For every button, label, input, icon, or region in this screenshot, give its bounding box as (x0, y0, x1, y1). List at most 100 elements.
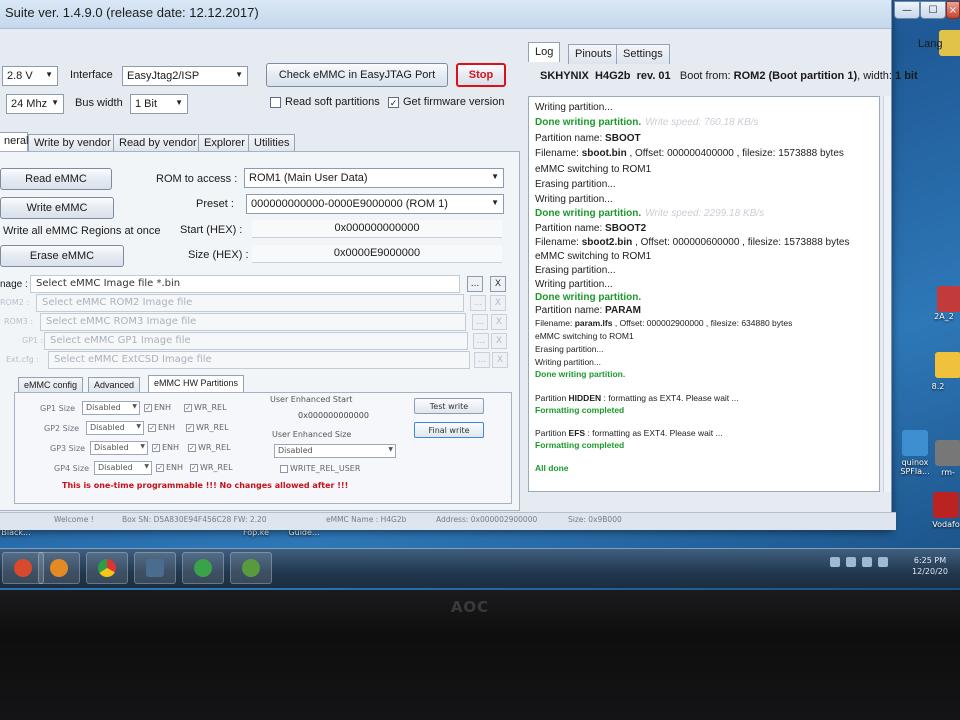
desktop-icon-vodafo[interactable]: Vodafo (926, 492, 960, 529)
check-emmc-button[interactable]: Check eMMC in EasyJTAG Port (266, 63, 448, 87)
gp4-wr-rel-checkbox[interactable]: ✓ WR_REL (190, 463, 233, 472)
tab-emmc-config[interactable]: eMMC config (18, 377, 84, 393)
gp1-image-input[interactable]: Select eMMC GP1 Image file (44, 332, 468, 350)
clear-gp1-button[interactable]: X (491, 333, 507, 349)
gp4-enh-checkbox[interactable]: ✓ ENH (156, 463, 183, 472)
checkmark-icon: ✓ (152, 443, 160, 452)
browse-rom2-button[interactable]: ... (470, 295, 486, 311)
tab-utilities[interactable]: Utilities (248, 134, 296, 152)
log-line-done: Done writing partition. (535, 369, 626, 379)
gp3-size-select[interactable]: Disabled ▼ (90, 441, 148, 455)
desktop-icon[interactable] (930, 286, 960, 314)
window-title: Suite ver. 1.4.9.0 (release date: 12.12.… (5, 5, 259, 20)
emmc-image-input[interactable]: Select eMMC Image file *.bin (30, 275, 460, 293)
log-panel[interactable]: Writing partition... Done writing partit… (528, 96, 880, 492)
stop-button[interactable]: Stop (456, 63, 506, 87)
tab-advanced[interactable]: Advanced (88, 377, 141, 393)
read-emmc-button[interactable]: Read eMMC (0, 168, 112, 190)
extcsd-image-input[interactable]: Select eMMC ExtCSD Image file (48, 351, 470, 369)
clear-rom3-button[interactable]: X (491, 314, 507, 330)
taskbar-app-button[interactable] (38, 552, 80, 584)
browse-extcsd-button[interactable]: ... (474, 352, 490, 368)
checkbox-box (270, 96, 281, 108)
image-label: nage : (0, 279, 28, 290)
preset-select[interactable]: 000000000000-0000E9000000 (ROM 1) ▼ (246, 194, 504, 214)
tray-icon[interactable] (878, 557, 888, 567)
log-scrollbar[interactable] (883, 96, 891, 492)
tab-emmc-hw-partitions[interactable]: eMMC HW Partitions (148, 375, 245, 393)
tab-general[interactable]: neral (0, 132, 28, 152)
close-button[interactable]: × (946, 1, 960, 19)
frequency-select[interactable]: 24 Mhz ▼ (6, 94, 64, 114)
log-line: Erasing partition... (535, 344, 604, 354)
title-bar[interactable]: Suite ver. 1.4.9.0 (release date: 12.12.… (0, 0, 891, 29)
write-all-regions-label[interactable]: Write all eMMC Regions at once (3, 225, 161, 237)
checkmark-icon: ✓ (144, 403, 152, 412)
chrome-icon (98, 559, 116, 577)
minimize-button[interactable]: — (894, 1, 920, 19)
final-write-button[interactable]: Final write (414, 422, 484, 438)
gp2-size-select[interactable]: Disabled ▼ (86, 421, 144, 435)
tab-explorer[interactable]: Explorer (198, 134, 251, 152)
tab-log[interactable]: Log (528, 42, 561, 62)
taskbar-app-button[interactable] (230, 552, 272, 584)
desktop-icon-2a-2[interactable]: 2A_2 (924, 312, 960, 321)
status-emmc-name: eMMC Name : H4G2b (326, 515, 407, 524)
voltage-select[interactable]: 2.8 V ▼ (2, 66, 58, 86)
user-enhanced-size-select[interactable]: Disabled ▼ (274, 444, 396, 458)
taskbar-app-button[interactable] (134, 552, 176, 584)
chevron-down-icon: ▼ (388, 446, 393, 453)
browse-gp1-button[interactable]: ... (473, 333, 489, 349)
interface-select[interactable]: EasyJtag2/ISP ▼ (122, 66, 248, 86)
tray-clock[interactable]: 6:25 PM 12/20/20 (905, 555, 955, 577)
test-write-button[interactable]: Test write (414, 398, 484, 414)
tab-read-by-vendor[interactable]: Read by vendor (113, 134, 203, 152)
gp3-wr-rel-checkbox[interactable]: ✓ WR_REL (188, 443, 231, 452)
desktop-icon-rm[interactable]: rm- (928, 440, 960, 477)
gp4-size-select[interactable]: Disabled ▼ (94, 461, 152, 475)
folder-icon (146, 559, 164, 577)
lang-label[interactable]: Lang (918, 38, 942, 50)
gp2-enh-checkbox[interactable]: ✓ ENH (148, 423, 175, 432)
clear-extcsd-button[interactable]: X (492, 352, 508, 368)
tray-icon[interactable] (846, 557, 856, 567)
gp1-size-label: GP1 Size (40, 404, 76, 413)
browse-rom3-button[interactable]: ... (472, 314, 488, 330)
tray-icon[interactable] (830, 557, 840, 567)
log-line-partition: Partition name: SBOOT (535, 133, 641, 144)
tab-write-by-vendor[interactable]: Write by vendor (28, 134, 117, 152)
close-icon: X (495, 336, 503, 346)
checkmark-icon: ✓ (184, 403, 192, 412)
log-line: eMMC switching to ROM1 (535, 251, 652, 262)
desktop-icon[interactable] (928, 352, 960, 380)
desktop-icon-8-2[interactable]: 8.2 (918, 382, 958, 391)
bus-width-select[interactable]: 1 Bit ▼ (130, 94, 188, 114)
write-rel-user-checkbox[interactable]: WRITE_REL_USER (280, 464, 360, 473)
gp1-size-select[interactable]: Disabled ▼ (82, 401, 140, 415)
clear-image-button[interactable]: X (490, 276, 506, 292)
write-emmc-button[interactable]: Write eMMC (0, 197, 114, 219)
user-enhanced-start-value[interactable]: 0x000000000000 (298, 411, 369, 420)
start-hex-field[interactable]: 0x000000000000 (252, 220, 502, 238)
log-line: Writing partition... (535, 279, 613, 290)
gp2-wr-rel-checkbox[interactable]: ✓ WR_REL (186, 423, 229, 432)
tray-icon[interactable] (862, 557, 872, 567)
gp3-enh-checkbox[interactable]: ✓ ENH (152, 443, 179, 452)
get-firmware-version-checkbox[interactable]: ✓ Get firmware version (388, 96, 504, 108)
taskbar-app-button[interactable] (86, 552, 128, 584)
read-soft-partitions-checkbox[interactable]: Read soft partitions (270, 96, 380, 108)
browse-image-button[interactable]: ... (467, 276, 483, 292)
maximize-button[interactable]: ☐ (920, 1, 946, 19)
taskbar-app-button[interactable] (182, 552, 224, 584)
rom2-image-input[interactable]: Select eMMC ROM2 Image file (36, 294, 464, 312)
clear-rom2-button[interactable]: X (490, 295, 506, 311)
rom-to-access-select[interactable]: ROM1 (Main User Data) ▼ (244, 168, 504, 188)
gp1-enh-checkbox[interactable]: ✓ ENH (144, 403, 171, 412)
rom3-image-input[interactable]: Select eMMC ROM3 Image file (40, 313, 466, 331)
gp1-wr-rel-checkbox[interactable]: ✓ WR_REL (184, 403, 227, 412)
network-icon (242, 559, 260, 577)
tab-pinouts[interactable]: Pinouts (568, 44, 619, 64)
tab-settings[interactable]: Settings (616, 44, 670, 64)
size-hex-field[interactable]: 0x0000E9000000 (252, 245, 502, 263)
erase-emmc-button[interactable]: Erase eMMC (0, 245, 124, 267)
